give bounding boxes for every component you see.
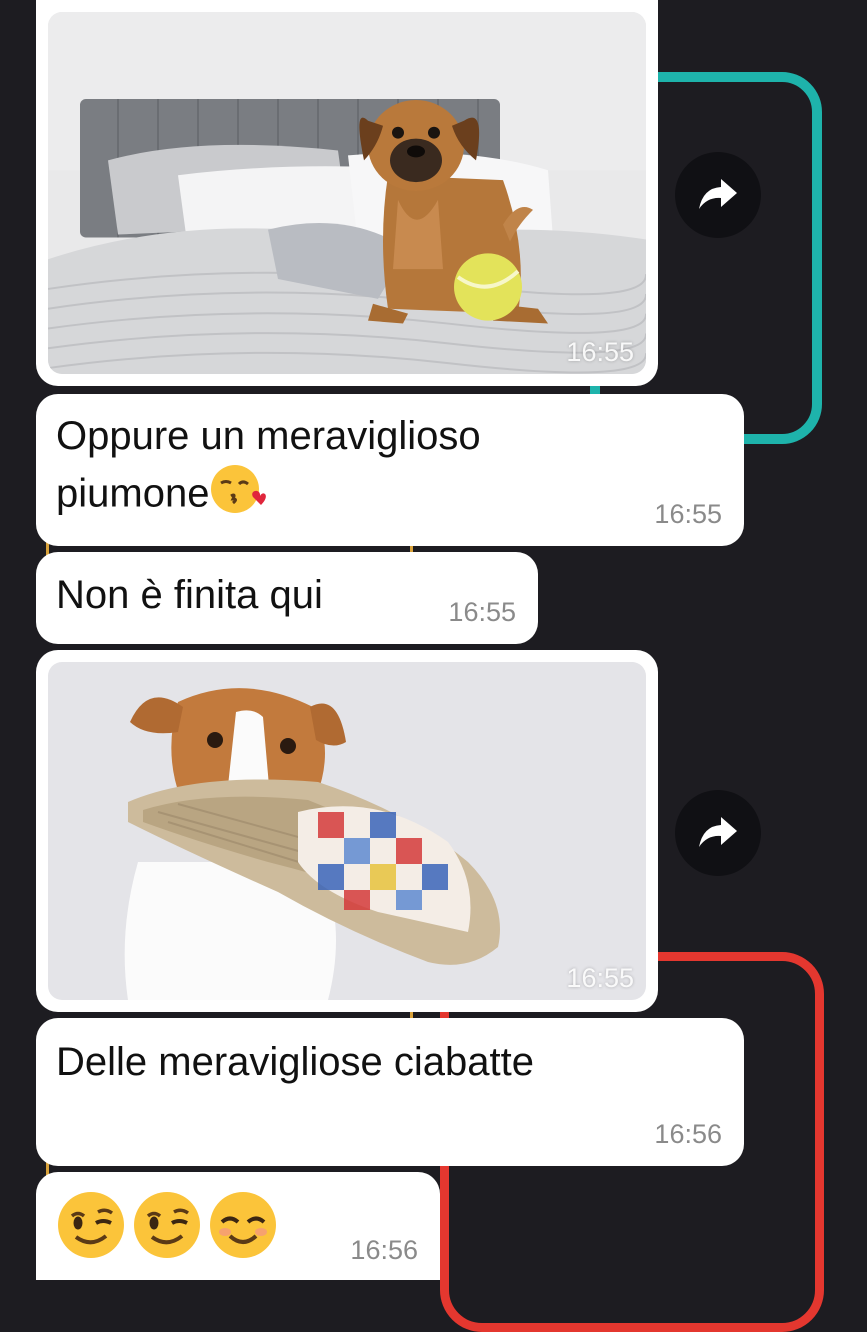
smiling-face-emoji xyxy=(208,1190,278,1265)
dog-with-slipper-photo[interactable]: 16:55 xyxy=(48,662,646,1000)
image-message-bubble[interactable]: 16:55 xyxy=(36,650,658,1012)
dog-on-bed-photo[interactable]: 16:55 xyxy=(48,12,646,374)
image-message-bubble[interactable]: 16:55 xyxy=(36,0,658,386)
message-text: Delle meravigliose ciabatte xyxy=(56,1040,535,1084)
text-message-bubble[interactable]: Oppure un meraviglioso piumone 16:55 xyxy=(36,394,744,546)
message-text-line: Oppure un meraviglioso xyxy=(56,414,481,458)
emoji-message-bubble[interactable]: 16:56 xyxy=(36,1172,440,1280)
message-text-line: piumone xyxy=(56,471,210,516)
forward-button[interactable] xyxy=(675,790,761,876)
message-text: Oppure un meraviglioso piumone xyxy=(56,410,481,529)
message-timestamp: 16:56 xyxy=(654,1119,722,1149)
message-timestamp: 16:56 xyxy=(350,1235,418,1265)
text-message-bubble[interactable]: Non è finita qui 16:55 xyxy=(36,552,538,644)
message-timestamp: 16:55 xyxy=(448,597,516,627)
message-text: Non è finita qui xyxy=(56,573,323,617)
kissing-heart-emoji xyxy=(209,463,267,529)
forward-arrow-icon xyxy=(699,179,737,209)
image-timestamp: 16:55 xyxy=(566,337,634,367)
forward-arrow-icon xyxy=(699,817,737,847)
image-timestamp: 16:55 xyxy=(566,963,634,993)
winking-face-emoji xyxy=(132,1190,202,1265)
winking-face-emoji xyxy=(56,1190,126,1265)
forward-button[interactable] xyxy=(675,152,761,238)
message-timestamp: 16:55 xyxy=(654,499,722,529)
text-message-bubble[interactable]: Delle meravigliose ciabatte 16:56 xyxy=(36,1018,744,1166)
emoji-row xyxy=(56,1190,278,1265)
